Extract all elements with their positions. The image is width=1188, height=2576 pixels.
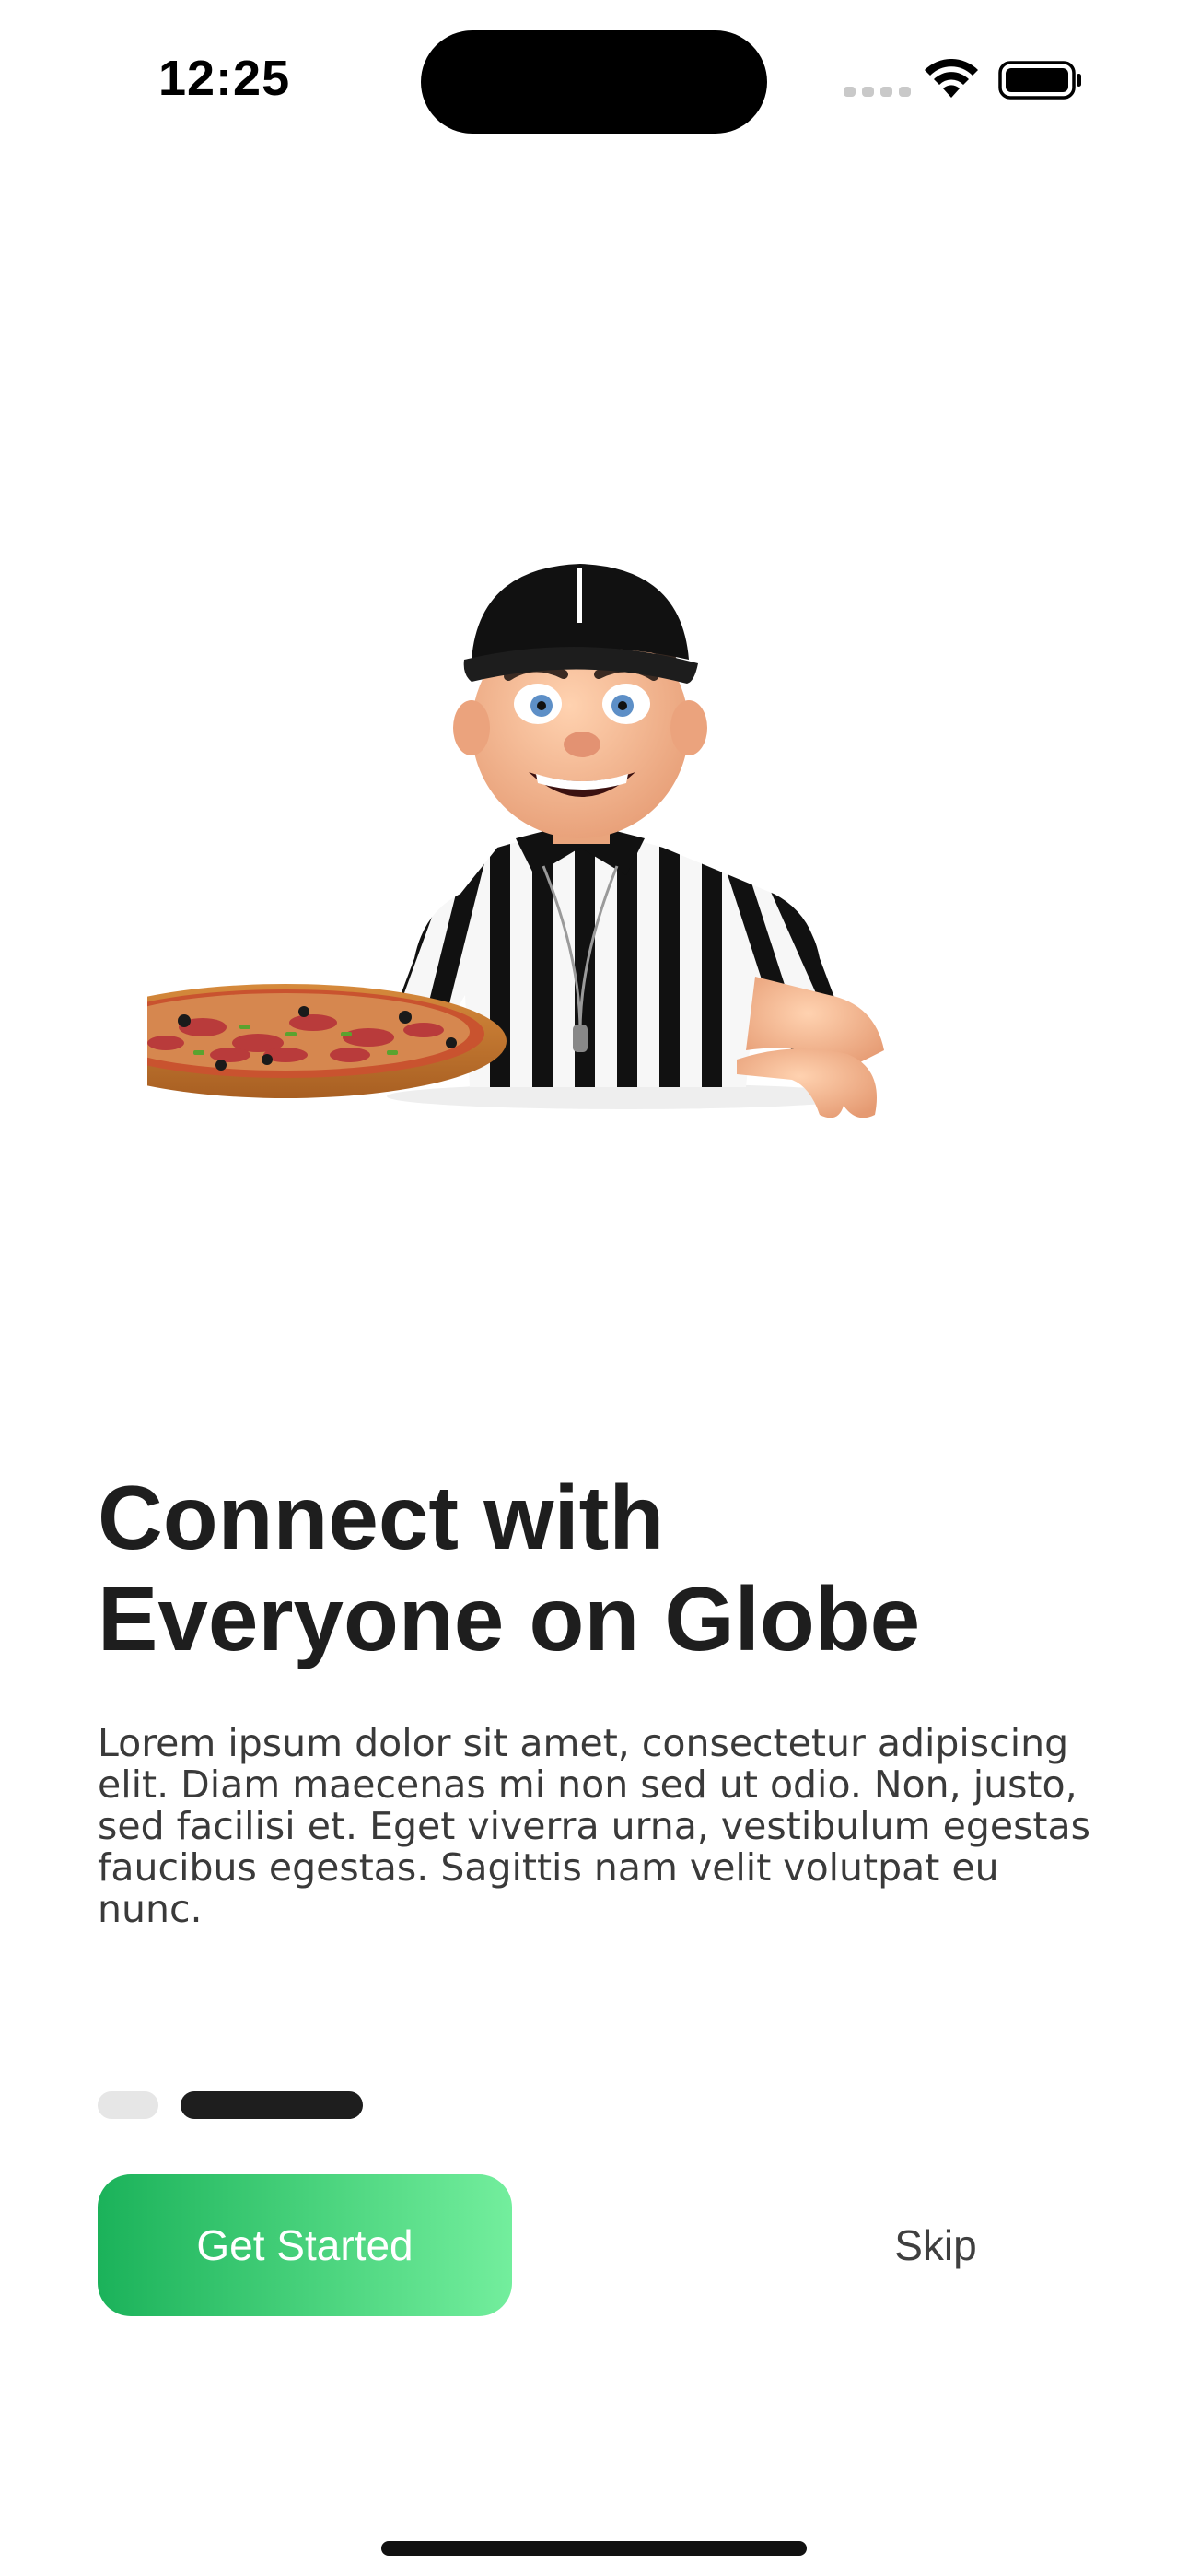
- page-title: Connect with Everyone on Globe: [98, 1467, 1092, 1669]
- status-bar: 12:25: [0, 0, 1188, 157]
- skip-button[interactable]: Skip: [779, 2174, 1092, 2316]
- battery-icon: [998, 61, 1081, 100]
- wifi-icon: [925, 59, 978, 98]
- get-started-button[interactable]: Get Started: [98, 2174, 512, 2316]
- title-line-2: Everyone on Globe: [98, 1568, 921, 1669]
- dynamic-island: [421, 30, 767, 134]
- status-time: 12:25: [158, 51, 291, 106]
- page-indicator-dot-1[interactable]: [98, 2091, 158, 2119]
- description-text: Lorem ipsum dolor sit amet, consectetur …: [98, 1721, 1090, 1931]
- cellular-signal-icon: [844, 87, 911, 97]
- referee-holding-pizza-illustration: [147, 564, 884, 1118]
- home-indicator[interactable]: [381, 2541, 807, 2556]
- title-line-1: Connect with: [98, 1467, 665, 1568]
- page-indicator-dot-2-active[interactable]: [181, 2091, 363, 2119]
- page-indicator: [98, 2091, 363, 2119]
